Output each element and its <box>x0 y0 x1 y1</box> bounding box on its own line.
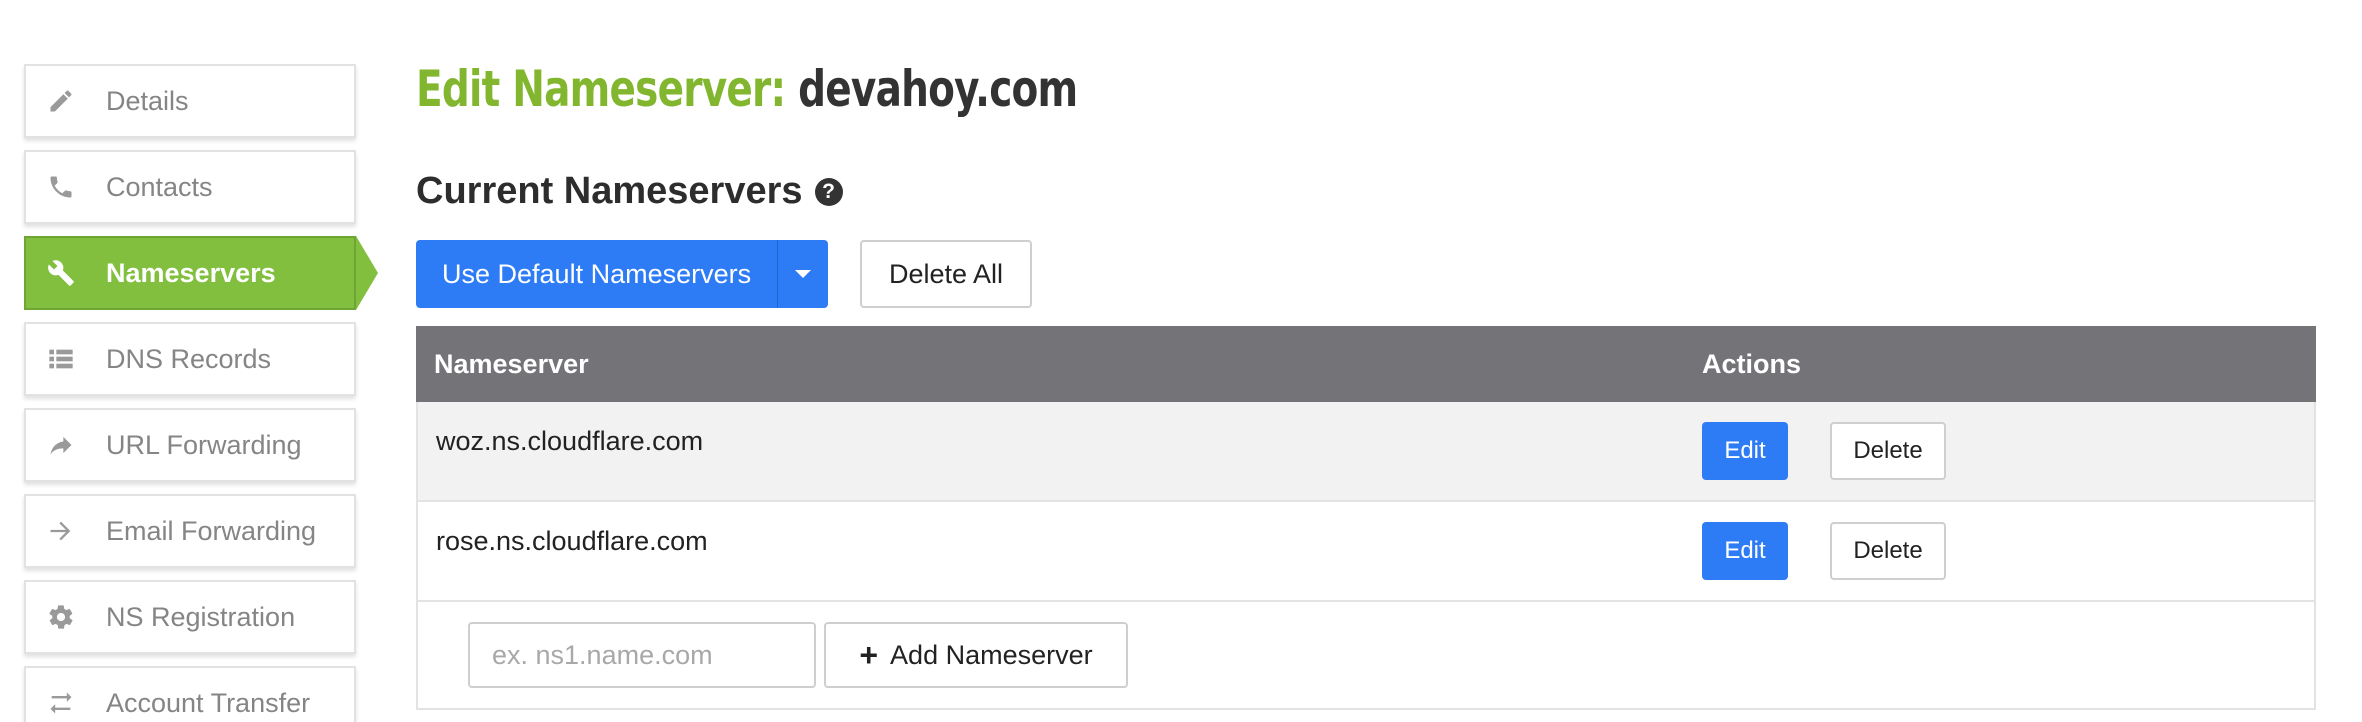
edit-button[interactable]: Edit <box>1702 522 1788 580</box>
sidebar-item-label: Nameservers <box>106 257 276 288</box>
sidebar-item-ns-registration[interactable]: NS Registration <box>24 580 356 654</box>
nameserver-input[interactable] <box>468 622 816 688</box>
sidebar-item-label: Contacts <box>106 171 213 202</box>
share-arrow-icon <box>46 430 76 460</box>
nameserver-value: rose.ns.cloudflare.com <box>436 526 708 556</box>
help-icon[interactable]: ? <box>814 177 843 206</box>
section-title: Current Nameservers ? <box>416 170 843 213</box>
column-header-actions: Actions <box>1702 348 1802 379</box>
wrench-icon <box>46 258 76 288</box>
delete-button[interactable]: Delete <box>1830 422 1946 480</box>
sidebar-item-label: NS Registration <box>106 601 296 632</box>
use-default-nameservers-button[interactable]: Use Default Nameservers <box>416 240 779 308</box>
sidebar-item-label: Account Transfer <box>106 687 311 718</box>
sidebar-item-details[interactable]: Details <box>24 64 356 138</box>
sidebar-item-url-forwarding[interactable]: URL Forwarding <box>24 408 356 482</box>
sidebar-item-label: URL Forwarding <box>106 429 302 460</box>
use-default-nameservers-split-button: Use Default Nameservers <box>416 240 829 308</box>
sidebar-item-contacts[interactable]: Contacts <box>24 150 356 224</box>
sidebar-item-nameservers[interactable]: Nameservers <box>24 236 378 310</box>
add-nameserver-label: Add Nameserver <box>890 639 1093 670</box>
caret-down-icon <box>795 270 812 278</box>
sidebar-item-label: Email Forwarding <box>106 515 317 546</box>
pencil-icon <box>46 86 76 116</box>
nameserver-table: Nameserver Actions woz.ns.cloudflare.com… <box>416 326 2316 710</box>
table-header: Nameserver Actions <box>416 326 2316 402</box>
add-nameserver-row: + Add Nameserver <box>416 602 2316 710</box>
sidebar-item-label: Details <box>106 85 189 116</box>
section-title-text: Current Nameservers <box>416 170 803 212</box>
delete-button[interactable]: Delete <box>1830 522 1946 580</box>
sidebar-item-label: DNS Records <box>106 343 272 374</box>
sidebar-item-account-transfer[interactable]: Account Transfer <box>24 666 356 722</box>
add-nameserver-button[interactable]: + Add Nameserver <box>824 622 1128 688</box>
page-title-domain: devahoy.com <box>798 60 1078 118</box>
delete-all-button[interactable]: Delete All <box>860 240 1032 308</box>
phone-icon <box>46 172 76 202</box>
swap-icon <box>46 688 76 718</box>
edit-button[interactable]: Edit <box>1702 422 1788 480</box>
use-default-dropdown-toggle[interactable] <box>778 240 828 308</box>
arrow-right-icon <box>46 516 76 546</box>
list-icon <box>46 344 76 374</box>
sidebar-item-dns-records[interactable]: DNS Records <box>24 322 356 396</box>
plus-icon: + <box>859 636 879 673</box>
column-header-nameserver: Nameserver <box>434 348 589 379</box>
page-title: Edit Nameserver: devahoy.com <box>416 60 1078 118</box>
sidebar-item-email-forwarding[interactable]: Email Forwarding <box>24 494 356 568</box>
table-row: woz.ns.cloudflare.com Edit Delete <box>416 402 2316 502</box>
table-row: rose.ns.cloudflare.com Edit Delete <box>416 502 2316 602</box>
gear-icon <box>46 602 76 632</box>
sidebar: Details Contacts Nameservers DNS Records… <box>24 64 378 722</box>
page-title-prefix: Edit Nameserver: <box>416 60 786 118</box>
nameserver-value: woz.ns.cloudflare.com <box>436 426 704 456</box>
